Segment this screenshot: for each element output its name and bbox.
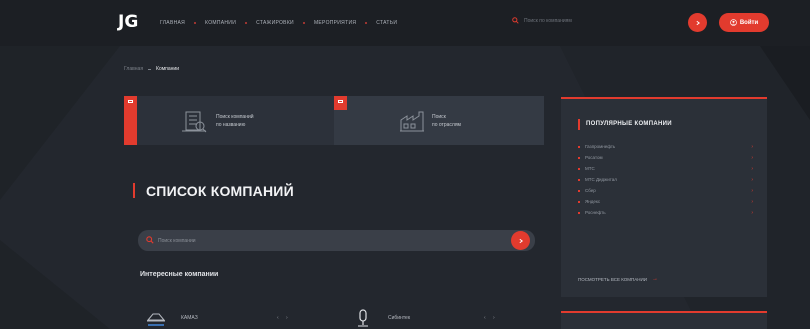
secondary-panel — [561, 311, 767, 329]
chevron-right-icon: › — [751, 198, 753, 205]
nav-item-companies[interactable]: Компании — [205, 20, 236, 26]
sidebar-item-label: Яндекс — [585, 199, 601, 204]
nav-item-internships[interactable]: Стажировки — [256, 20, 294, 26]
nav-separator — [245, 22, 248, 24]
nav-separator — [302, 22, 305, 24]
sidebar-item-label: Росатом — [585, 155, 603, 160]
sidebar-item[interactable]: МТС Диджитал › — [578, 174, 753, 185]
site-logo[interactable]: JG — [118, 12, 138, 32]
company-card[interactable]: Сибинтек ‹ › — [352, 308, 498, 328]
sidebar-item-label: МТС Диджитал — [585, 177, 617, 182]
card-text: Поиск компаний по названию — [216, 113, 254, 129]
chevron-right-icon: › — [751, 209, 753, 216]
company-arrows[interactable]: ‹ › — [484, 315, 498, 321]
company-name: КАМАЗ — [181, 315, 198, 321]
sidebar-item[interactable]: Газпромнефть › — [578, 141, 753, 152]
interesting-companies-title: Интересные компании — [140, 271, 219, 278]
login-label: Войти — [739, 19, 759, 26]
sidebar-item-label: Сбер — [585, 188, 596, 193]
mic-logo-icon — [358, 309, 368, 327]
nav-separator — [194, 22, 197, 24]
search-icon — [146, 236, 154, 244]
sidebar-item-label: Газпромнефть — [585, 144, 616, 149]
notifications-button[interactable] — [688, 13, 707, 32]
sidebar-title: ПОПУЛЯРНЫЕ КОМПАНИИ — [586, 121, 672, 127]
card-line: Поиск компаний — [216, 114, 254, 120]
popular-companies-panel: ПОПУЛЯРНЫЕ КОМПАНИИ Газпромнефть › Росато… — [561, 97, 767, 297]
breadcrumb-separator — [148, 68, 152, 70]
breadcrumb-home[interactable]: Главная — [124, 66, 143, 72]
breadcrumb: Главная Компании — [124, 66, 179, 72]
card-text: Поиск по отраслям — [432, 113, 461, 129]
chevron-right-icon: › — [751, 165, 753, 172]
page-title: СПИСОК КОМПАНИЙ — [146, 183, 294, 199]
title-accent-bar — [133, 183, 135, 198]
company-search-input[interactable] — [158, 235, 498, 246]
chevron-right-icon: › — [751, 176, 753, 183]
search-by-industry-card[interactable]: Поиск по отраслям — [334, 96, 544, 145]
company-search — [138, 230, 535, 251]
sidebar-item-label: МТС — [585, 166, 595, 171]
view-all-companies-link[interactable]: ПОСМОТРЕТЬ ВСЕ КОМПАНИИ → — [578, 276, 658, 282]
card-line: по отраслям — [432, 122, 461, 128]
card-tag — [124, 96, 137, 145]
breadcrumb-current: Компании — [156, 66, 179, 72]
card-line: Поиск — [432, 114, 446, 120]
nav-separator — [365, 22, 368, 24]
login-button[interactable]: Войти — [719, 13, 769, 32]
search-icon — [512, 17, 519, 24]
sidebar-item[interactable]: Роснефть › — [578, 207, 753, 218]
company-search-button[interactable] — [511, 231, 530, 250]
nav-item-home[interactable]: Главная — [160, 20, 185, 26]
nav-item-events[interactable]: Мероприятия — [314, 20, 356, 26]
sidebar-accent-bar — [578, 119, 580, 130]
chevron-right-icon — [696, 20, 700, 25]
card-line: по названию — [216, 122, 246, 128]
header-search-placeholder: Поиск по компаниям — [524, 17, 572, 24]
user-icon — [730, 19, 737, 26]
sidebar-item[interactable]: Яндекс › — [578, 196, 753, 207]
chevron-right-icon: › — [751, 187, 753, 194]
truck-logo-icon — [146, 313, 166, 326]
sidebar-item[interactable]: МТС › — [578, 163, 753, 174]
company-card[interactable]: КАМАЗ ‹ › — [145, 308, 291, 328]
chevron-right-icon — [519, 238, 523, 243]
building-icon — [182, 111, 207, 133]
search-by-name-card[interactable]: Поиск компаний по названию — [124, 96, 334, 145]
sidebar-item[interactable]: Сбер › — [578, 185, 753, 196]
factory-icon — [400, 111, 424, 132]
main-nav: Главная Компании Стажировки Мероприятия … — [160, 17, 397, 29]
top-navigation-bar: JG Главная Компании Стажировки Мероприят… — [0, 0, 810, 46]
sidebar-item[interactable]: Росатом › — [578, 152, 753, 163]
card-tag — [334, 96, 347, 110]
view-all-label: ПОСМОТРЕТЬ ВСЕ КОМПАНИИ — [578, 276, 648, 282]
popular-companies-list: Газпромнефть › Росатом › МТС › МТС Диджитал… — [578, 141, 753, 218]
chevron-right-icon: › — [751, 154, 753, 161]
header-search[interactable]: Поиск по компаниям — [512, 17, 572, 24]
arrow-right-icon: → — [652, 276, 659, 282]
company-arrows[interactable]: ‹ › — [277, 315, 291, 321]
company-name: Сибинтек — [388, 315, 411, 321]
nav-item-articles[interactable]: Статьи — [376, 20, 397, 26]
chevron-right-icon: › — [751, 143, 753, 150]
sidebar-item-label: Роснефть — [585, 210, 606, 215]
